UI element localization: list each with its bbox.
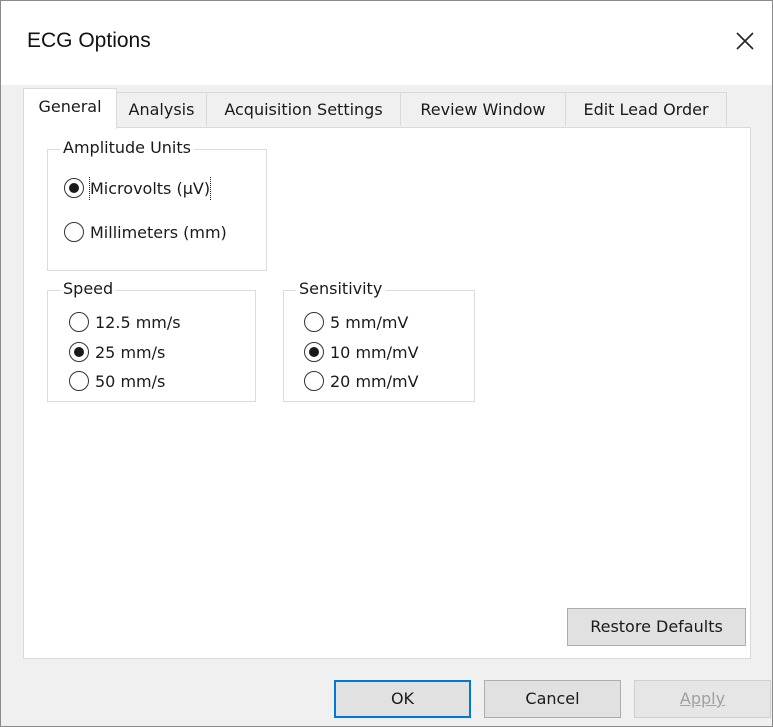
microvolts-radio[interactable]: Microvolts (µV) <box>64 177 266 201</box>
radio-dot <box>309 347 319 357</box>
restore-defaults-button[interactable]: Restore Defaults <box>567 608 746 646</box>
amplitude-units-group: Amplitude Units Microvolts (µV) Millimet… <box>47 138 267 271</box>
millimeters-radio[interactable]: Millimeters (mm) <box>64 221 266 245</box>
tab-analysis[interactable]: Analysis <box>116 92 207 126</box>
sensitivity-20-label: 20 mm/mV <box>330 372 419 391</box>
speed-group: Speed 12.5 mm/s 25 mm/s 50 mm/s <box>47 279 256 402</box>
sensitivity-title: Sensitivity <box>296 279 386 299</box>
radio-button[interactable] <box>304 342 324 362</box>
radio-button[interactable] <box>69 312 89 332</box>
radio-dot <box>69 183 79 193</box>
tab-edit-lead-order[interactable]: Edit Lead Order <box>565 92 727 126</box>
speed-25-label: 25 mm/s <box>95 343 166 362</box>
speed-25-radio[interactable]: 25 mm/s <box>69 341 255 365</box>
tab-general[interactable]: General <box>23 88 117 129</box>
radio-dot <box>74 347 84 357</box>
millimeters-label: Millimeters (mm) <box>90 223 227 242</box>
amplitude-units-title: Amplitude Units <box>60 138 194 158</box>
radio-button[interactable] <box>69 342 89 362</box>
general-tab-panel: Amplitude Units Microvolts (µV) Millimet… <box>23 127 751 659</box>
sensitivity-10-label: 10 mm/mV <box>330 343 419 362</box>
cancel-button[interactable]: Cancel <box>484 680 621 718</box>
speed-50-label: 50 mm/s <box>95 372 166 391</box>
speed-12-5-label: 12.5 mm/s <box>95 313 181 332</box>
apply-button[interactable]: Apply <box>634 680 771 718</box>
radio-button[interactable] <box>304 371 324 391</box>
sensitivity-5-label: 5 mm/mV <box>330 313 409 332</box>
microvolts-label: Microvolts (µV) <box>88 177 212 201</box>
ok-button[interactable]: OK <box>334 680 471 718</box>
dialog-title: ECG Options <box>27 29 151 52</box>
speed-50-radio[interactable]: 50 mm/s <box>69 370 255 394</box>
sensitivity-10-radio[interactable]: 10 mm/mV <box>304 341 474 365</box>
tab-acquisition-settings[interactable]: Acquisition Settings <box>206 92 401 126</box>
close-button[interactable] <box>727 23 761 57</box>
close-icon <box>736 32 754 50</box>
radio-button[interactable] <box>69 371 89 391</box>
sensitivity-20-radio[interactable]: 20 mm/mV <box>304 370 474 394</box>
radio-button[interactable] <box>304 312 324 332</box>
speed-12-5-radio[interactable]: 12.5 mm/s <box>69 311 255 335</box>
radio-button[interactable] <box>64 178 84 198</box>
ecg-options-dialog: ECG Options General Analysis Acquisition… <box>0 0 773 727</box>
apply-label: Apply <box>679 689 726 708</box>
title-bar: ECG Options <box>1 1 772 85</box>
tab-review-window[interactable]: Review Window <box>400 92 566 126</box>
speed-title: Speed <box>60 279 117 299</box>
radio-button[interactable] <box>64 222 84 242</box>
sensitivity-group: Sensitivity 5 mm/mV 10 mm/mV 20 mm/mV <box>283 279 475 402</box>
sensitivity-5-radio[interactable]: 5 mm/mV <box>304 311 474 335</box>
